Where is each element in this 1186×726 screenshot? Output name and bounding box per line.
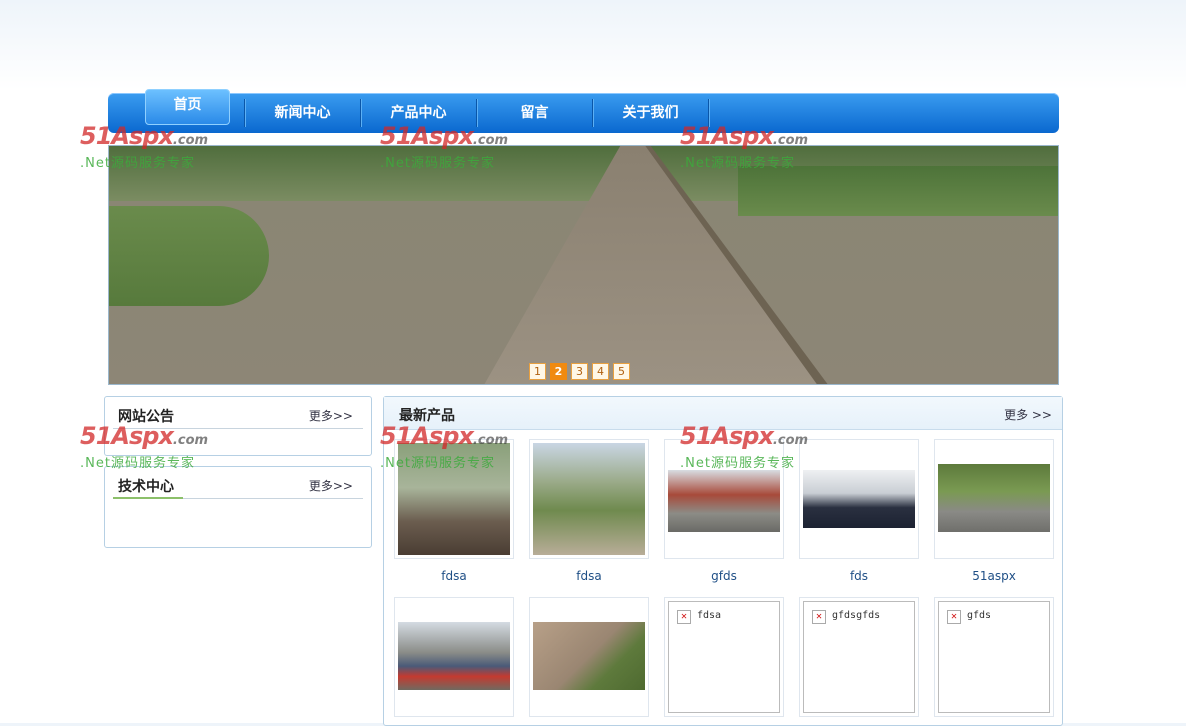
tech-center-more-link[interactable]: 更多>> (309, 477, 353, 494)
product-card[interactable] (799, 439, 919, 559)
product-card[interactable] (529, 439, 649, 559)
nav-item-products[interactable]: 产品中心 (361, 93, 476, 133)
product-photo-horses (398, 443, 510, 555)
product-photo-building (668, 470, 780, 532)
product-name[interactable]: fds (799, 569, 919, 583)
product-photo-bicycles (398, 622, 510, 690)
banner-page-5[interactable]: 5 (613, 363, 630, 380)
nav-separator (708, 99, 709, 127)
latest-products-panel: 最新产品 更多 >> fdsa fdsa gfds fds 51aspx ✕ f… (383, 396, 1063, 726)
nav-item-guestbook[interactable]: 留言 (477, 93, 592, 133)
product-photo-bicycle (533, 622, 645, 690)
nav-item-about[interactable]: 关于我们 (593, 93, 708, 133)
product-photo-group (803, 470, 915, 528)
latest-products-header: 最新产品 更多 >> (384, 397, 1062, 430)
broken-image-icon: ✕ (677, 610, 691, 624)
banner-page-4[interactable]: 4 (592, 363, 609, 380)
broken-image-icon: ✕ (812, 610, 826, 624)
divider (113, 428, 363, 429)
banner-photo-field (738, 166, 1058, 216)
product-photo-park (938, 464, 1050, 532)
broken-image-alt: gfdsgfds (832, 610, 881, 621)
broken-image-alt: fdsa (697, 610, 722, 621)
banner-page-1[interactable]: 1 (529, 363, 546, 380)
product-name[interactable]: fdsa (529, 569, 649, 583)
tech-center-title: 技术中心 (118, 479, 174, 495)
latest-products-more-link[interactable]: 更多 >> (1004, 406, 1052, 423)
broken-image: ✕ fdsa (668, 601, 780, 713)
announcements-more-link[interactable]: 更多>> (309, 407, 353, 424)
banner-page-2[interactable]: 2 (550, 363, 567, 380)
nav-item-news[interactable]: 新闻中心 (245, 93, 360, 133)
announcements-panel: 网站公告 更多>> (104, 396, 372, 456)
banner-slideshow[interactable]: 1 2 3 4 5 (108, 145, 1059, 385)
product-photo-path (533, 443, 645, 555)
product-card[interactable] (664, 439, 784, 559)
banner-page-3[interactable]: 3 (571, 363, 588, 380)
broken-image-alt: gfds (967, 610, 992, 621)
product-name[interactable]: gfds (664, 569, 784, 583)
banner-photo-grass (109, 206, 269, 306)
broken-image-icon: ✕ (947, 610, 961, 624)
nav-item-home[interactable]: 首页 (145, 89, 230, 125)
product-card[interactable]: ✕ gfdsgfds (799, 597, 919, 717)
product-card[interactable] (529, 597, 649, 717)
product-card[interactable] (394, 439, 514, 559)
product-card[interactable] (394, 597, 514, 717)
broken-image: ✕ gfdsgfds (803, 601, 915, 713)
product-card[interactable]: ✕ gfds (934, 597, 1054, 717)
banner-pager: 1 2 3 4 5 (529, 363, 630, 381)
latest-products-title: 最新产品 (399, 408, 455, 424)
product-name[interactable]: 51aspx (934, 569, 1054, 583)
tech-center-panel: 技术中心 更多>> (104, 466, 372, 548)
broken-image: ✕ gfds (938, 601, 1050, 713)
product-card[interactable] (934, 439, 1054, 559)
main-nav: 首页 新闻中心 产品中心 留言 关于我们 (108, 89, 1059, 133)
product-card[interactable]: ✕ fdsa (664, 597, 784, 717)
announcements-title: 网站公告 (118, 409, 174, 425)
title-underline (113, 497, 183, 499)
product-name[interactable]: fdsa (394, 569, 514, 583)
